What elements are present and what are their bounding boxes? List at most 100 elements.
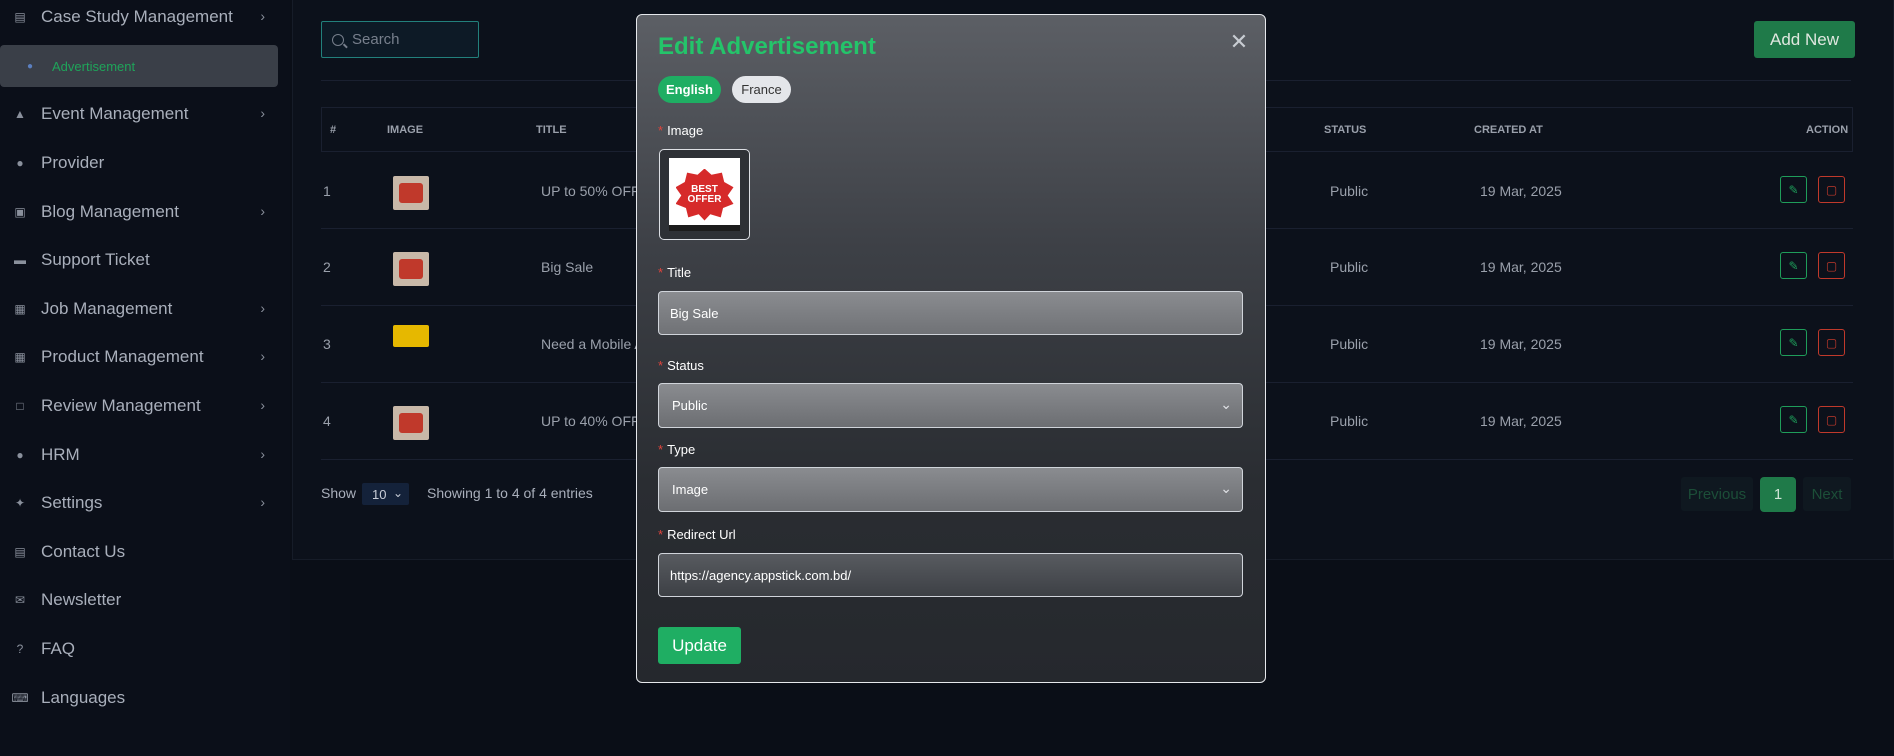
next-button[interactable]: Next	[1803, 477, 1851, 511]
search-placeholder: Search	[352, 31, 400, 48]
chevron-right-icon: ›	[260, 105, 265, 121]
pencil-icon: ✎	[1788, 258, 1799, 273]
megaphone-icon: ●	[26, 60, 34, 72]
tab-france[interactable]: France	[732, 76, 791, 103]
offer-badge-icon	[399, 183, 423, 203]
sidebar-item-label: HRM	[41, 445, 80, 464]
grid-icon: ▦	[14, 350, 26, 364]
sidebar-item-settings[interactable]: ✦ Settings ›	[0, 481, 280, 525]
type-value: Image	[672, 482, 709, 497]
page-size-select[interactable]: 10 ⌄	[362, 483, 409, 505]
delete-button[interactable]: ▢	[1818, 176, 1845, 203]
type-label: * Type	[658, 442, 696, 457]
row-num: 2	[323, 259, 331, 275]
page-1-button[interactable]: 1	[1760, 477, 1796, 512]
ticket-icon: ▬	[14, 253, 26, 267]
sidebar-item-product[interactable]: ▦ Product Management ›	[0, 335, 280, 379]
chevron-right-icon: ›	[260, 8, 265, 24]
sidebar-item-provider[interactable]: ● Provider	[0, 141, 280, 185]
col-image: IMAGE	[387, 124, 424, 136]
col-status: STATUS	[1324, 124, 1367, 136]
sidebar-item-label: Contact Us	[41, 542, 126, 561]
wrench-icon: ✦	[14, 496, 26, 510]
modal-title: Edit Advertisement	[658, 33, 876, 60]
sidebar-item-advertisement[interactable]: ● Advertisement	[0, 45, 278, 87]
row-title: UP to 50% OFF	[541, 183, 640, 199]
edit-button[interactable]: ✎	[1780, 252, 1807, 279]
chevron-right-icon: ›	[260, 348, 265, 364]
chevron-right-icon: ›	[260, 203, 265, 219]
sidebar-item-contact[interactable]: ▤ Contact Us	[0, 530, 280, 574]
search-input[interactable]: Search	[321, 21, 479, 58]
chevron-down-icon: ⌄	[392, 486, 403, 500]
redirect-url-input[interactable]: https://agency.appstick.com.bd/	[658, 553, 1243, 597]
sidebar-item-case-study[interactable]: ▤ Case Study Management ›	[0, 0, 280, 39]
row-created: 19 Mar, 2025	[1480, 183, 1562, 199]
previous-button[interactable]: Previous	[1681, 477, 1753, 511]
row-status: Public	[1330, 336, 1369, 352]
chevron-down-icon: ⌄	[1220, 480, 1232, 496]
sidebar: ▤ Case Study Management › ● Advertisemen…	[0, 0, 290, 756]
trash-icon: ▢	[1825, 258, 1838, 273]
row-title: Big Sale	[541, 259, 594, 275]
delete-button[interactable]: ▢	[1818, 252, 1845, 279]
add-new-button[interactable]: Add New	[1754, 21, 1855, 58]
row-thumbnail	[393, 252, 429, 286]
col-num: #	[330, 124, 337, 136]
best-offer-badge: BEST OFFER	[675, 168, 734, 221]
people-icon: ●	[16, 448, 24, 462]
image-label: * Image	[658, 123, 704, 138]
edit-button[interactable]: ✎	[1780, 176, 1807, 203]
redirect-url-label: * Redirect Url	[658, 527, 736, 542]
blog-icon: ▣	[14, 205, 26, 219]
sidebar-item-label: Advertisement	[52, 58, 136, 74]
row-num: 1	[323, 183, 331, 199]
edit-button[interactable]: ✎	[1780, 406, 1807, 433]
briefcase-icon: ▦	[14, 302, 26, 316]
status-select[interactable]: Public ⌄	[658, 383, 1243, 428]
entries-info: Showing 1 to 4 of 4 entries	[427, 485, 593, 501]
advertisement-image: BEST OFFER	[669, 158, 740, 231]
sidebar-item-review[interactable]: □ Review Management ›	[0, 384, 280, 428]
chevron-down-icon: ⌄	[1220, 396, 1232, 412]
row-created: 19 Mar, 2025	[1480, 259, 1562, 275]
type-select[interactable]: Image ⌄	[658, 467, 1243, 512]
row-num: 3	[323, 336, 331, 352]
sidebar-item-label: Support Ticket	[41, 250, 150, 269]
tab-english[interactable]: English	[658, 76, 721, 103]
delete-button[interactable]: ▢	[1818, 406, 1845, 433]
sidebar-item-label: Blog Management	[41, 202, 179, 221]
chevron-right-icon: ›	[260, 446, 265, 462]
envelope-icon: ✉	[14, 593, 26, 607]
image-upload[interactable]: BEST OFFER	[659, 149, 750, 240]
sidebar-item-label: Event Management	[41, 104, 189, 123]
col-title: TITLE	[536, 124, 567, 136]
sidebar-item-label: Provider	[41, 153, 105, 172]
close-icon[interactable]: ✕	[1229, 29, 1249, 54]
update-button[interactable]: Update	[658, 627, 741, 664]
row-created: 19 Mar, 2025	[1480, 413, 1562, 429]
sidebar-item-faq[interactable]: ? FAQ	[0, 627, 280, 671]
chevron-right-icon: ›	[260, 397, 265, 413]
row-title: UP to 40% OFF	[541, 413, 640, 429]
question-icon: ?	[16, 642, 24, 656]
sidebar-item-job[interactable]: ▦ Job Management ›	[0, 287, 280, 331]
sidebar-item-support[interactable]: ▬ Support Ticket	[0, 238, 280, 282]
row-created: 19 Mar, 2025	[1480, 336, 1562, 352]
sidebar-item-newsletter[interactable]: ✉ Newsletter	[0, 578, 280, 622]
sidebar-item-label: Job Management	[41, 299, 173, 318]
row-status: Public	[1330, 413, 1369, 429]
sidebar-item-blog[interactable]: ▣ Blog Management ›	[0, 190, 280, 234]
trash-icon: ▢	[1825, 335, 1838, 350]
sidebar-item-languages[interactable]: ⌨ Languages	[0, 676, 280, 720]
sidebar-item-label: Languages	[41, 688, 126, 707]
sidebar-item-event[interactable]: ▲ Event Management ›	[0, 92, 280, 136]
edit-button[interactable]: ✎	[1780, 329, 1807, 356]
delete-button[interactable]: ▢	[1818, 329, 1845, 356]
sidebar-item-hrm[interactable]: ● HRM ›	[0, 433, 280, 477]
row-title: Need a Mobile A	[541, 336, 644, 352]
user-icon: ●	[16, 156, 24, 170]
title-input[interactable]: Big Sale	[658, 291, 1243, 335]
row-thumbnail	[393, 176, 429, 210]
document-icon: ▤	[14, 10, 26, 24]
